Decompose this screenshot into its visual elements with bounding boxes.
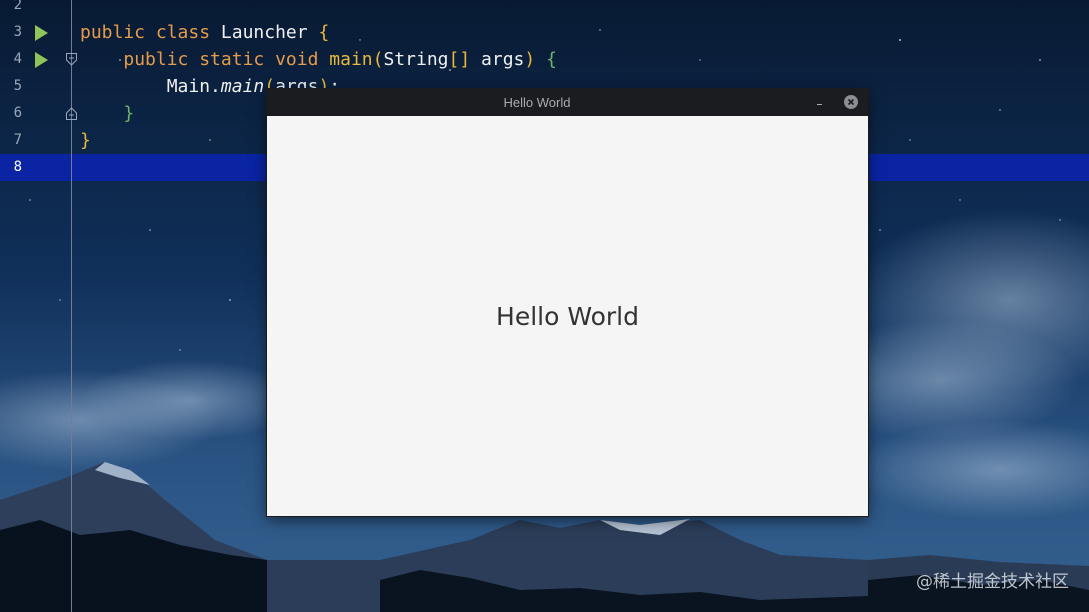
hello-world-label: Hello World	[496, 302, 639, 331]
code-text: public class Launcher {	[80, 22, 330, 43]
run-icon[interactable]	[35, 25, 48, 41]
fold-end-icon[interactable]	[66, 107, 77, 120]
line-number: 2	[13, 0, 22, 13]
code-line[interactable]: 3 public class Launcher {	[0, 19, 1089, 46]
line-number: 5	[13, 78, 22, 94]
code-text: }	[80, 130, 91, 151]
line-number: 4	[13, 51, 22, 67]
hello-world-window[interactable]: Hello World Hello World	[267, 89, 868, 516]
line-number: 8	[13, 159, 22, 175]
watermark: @稀土掘金技术社区	[916, 572, 1069, 592]
line-number: 6	[13, 105, 22, 121]
window-content: Hello World	[267, 116, 868, 516]
run-icon[interactable]	[35, 52, 48, 68]
code-text: }	[123, 103, 135, 124]
close-button[interactable]	[844, 95, 858, 109]
code-line[interactable]: 4 public static void main(String[] args)…	[0, 46, 1089, 73]
code-text: public static void main(String[] args) {	[123, 49, 557, 70]
code-line[interactable]: 2	[0, 0, 1089, 19]
window-titlebar[interactable]: Hello World	[267, 89, 868, 116]
fold-icon[interactable]	[66, 53, 77, 66]
line-number: 7	[13, 132, 22, 148]
minimize-button[interactable]	[812, 95, 828, 111]
line-number: 3	[13, 24, 22, 40]
close-icon	[847, 98, 855, 106]
window-title: Hello World	[503, 95, 571, 110]
